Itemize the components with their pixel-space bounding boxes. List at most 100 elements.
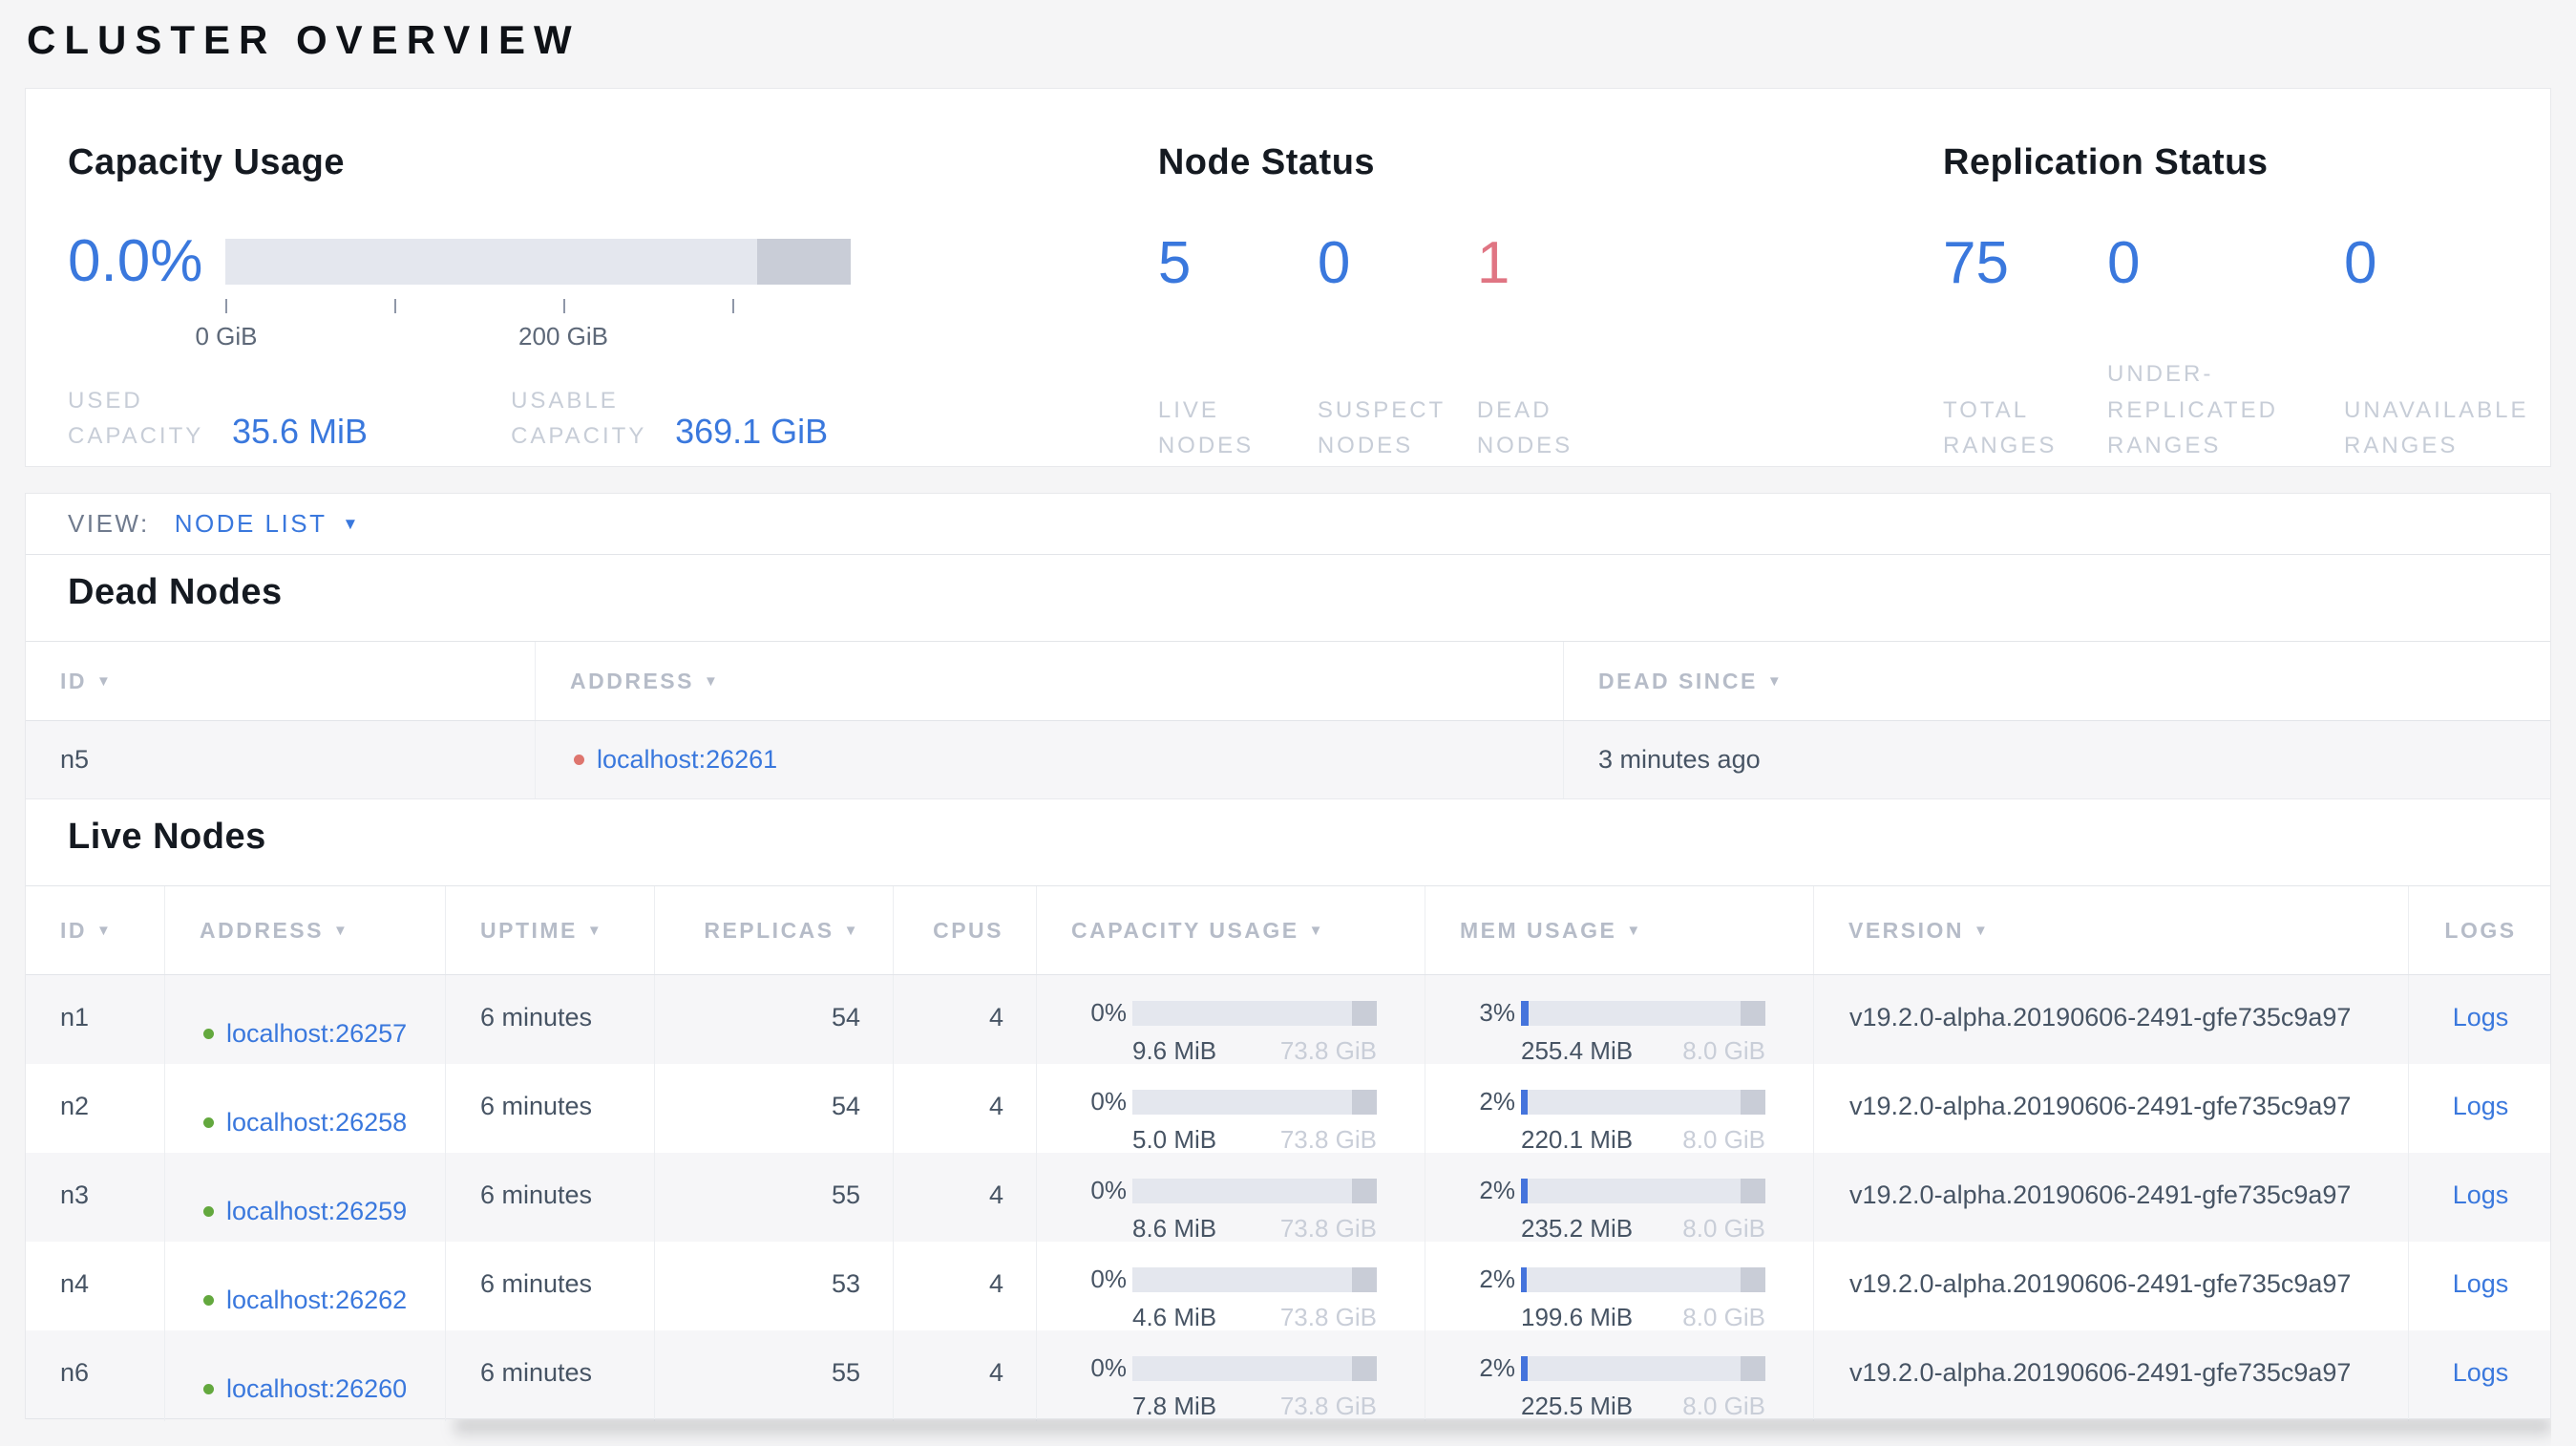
page-bottom-shadow (25, 1419, 2551, 1446)
node-address-link[interactable]: localhost:26258 (226, 1106, 407, 1138)
live-nodes-stat: 5 LIVE NODES (1158, 234, 1318, 463)
bar-other-segment (1352, 1178, 1377, 1203)
under-replicated-ranges-stat: 0 UNDER- REPLICATED RANGES (2107, 234, 2344, 463)
mem-used: 235.2 MiB (1521, 1214, 1634, 1243)
capacity-stats: USED CAPACITY 35.6 MiB USABLE CAPACITY 3… (68, 383, 1158, 454)
col-capacity-usage[interactable]: CAPACITY USAGE ▼ (1037, 886, 1425, 974)
live-status-dot-icon (203, 1294, 214, 1306)
capacity-percent: 0% (1090, 998, 1127, 1027)
col-cpus[interactable]: CPUS (894, 886, 1037, 974)
used-capacity-value: 35.6 MiB (232, 411, 369, 451)
capacity-percent: 0% (1090, 1265, 1127, 1293)
sort-arrow-icon: ▼ (1974, 922, 1991, 939)
usable-capacity-label: USABLE CAPACITY (511, 388, 647, 450)
bar-other-segment (1352, 1266, 1377, 1292)
logs-link[interactable]: Logs (2453, 1269, 2509, 1298)
sort-arrow-icon: ▼ (332, 922, 350, 939)
node-address-link[interactable]: localhost:26259 (226, 1195, 407, 1227)
dead-col-address[interactable]: ADDRESS ▼ (536, 642, 1564, 720)
bar-other-segment (1741, 1089, 1765, 1115)
capacity-usage-cell: 0% 4.6 MiB 73.8 GiB (1037, 1242, 1425, 1332)
bar-other-segment (1352, 1000, 1377, 1026)
scroll-shadow (454, 1419, 2551, 1444)
capacity-total: 73.8 GiB (1279, 1392, 1377, 1420)
node-address-cell: localhost:26257 (165, 975, 446, 1066)
mem-bar (1521, 1355, 1765, 1381)
total-ranges-label: TOTAL RANGES (1943, 396, 2058, 458)
view-label: VIEW: (68, 509, 150, 538)
node-uptime: 6 minutes (446, 1242, 655, 1332)
mem-used: 225.5 MiB (1521, 1392, 1634, 1420)
node-cpus: 4 (894, 1242, 1037, 1332)
sort-arrow-icon: ▼ (1308, 922, 1325, 939)
capacity-usage-title: Capacity Usage (68, 142, 346, 182)
dead-col-id[interactable]: ID ▼ (26, 642, 536, 720)
mem-used: 199.6 MiB (1521, 1303, 1634, 1331)
node-address-link[interactable]: localhost:26262 (226, 1284, 407, 1316)
col-id[interactable]: ID ▼ (26, 886, 165, 974)
logs-link[interactable]: Logs (2453, 1003, 2509, 1031)
used-capacity-stat: USED CAPACITY 35.6 MiB (68, 383, 368, 454)
capacity-usage-bar (225, 239, 851, 285)
bar-other-segment (1741, 1355, 1765, 1381)
capacity-bar (1132, 1355, 1377, 1381)
capacity-bar (1132, 1178, 1377, 1203)
col-version[interactable]: VERSION ▼ (1814, 886, 2409, 974)
live-nodes-count: 5 (1157, 230, 1192, 296)
capacity-bar (1132, 1089, 1377, 1115)
mem-percent: 2% (1479, 1265, 1515, 1293)
dead-nodes-label: DEAD NODES (1476, 396, 1573, 458)
capacity-usage-cell: 0% 5.0 MiB 73.8 GiB (1037, 1064, 1425, 1155)
mem-percent: 3% (1479, 998, 1515, 1027)
node-replicas: 54 (655, 975, 894, 1066)
axis-tick (563, 299, 565, 313)
bar-other-segment (1741, 1266, 1765, 1292)
logs-link[interactable]: Logs (2453, 1180, 2509, 1209)
capacity-bar (1132, 1266, 1377, 1292)
view-dropdown[interactable]: NODE LIST ▼ (175, 509, 361, 539)
col-mem-usage[interactable]: MEM USAGE ▼ (1425, 886, 1814, 974)
node-id: n1 (26, 975, 165, 1066)
mem-total: 8.0 GiB (1682, 1036, 1765, 1065)
chevron-down-icon: ▼ (342, 514, 361, 533)
logs-link[interactable]: Logs (2453, 1358, 2509, 1387)
node-uptime: 6 minutes (446, 975, 655, 1066)
node-address-link[interactable]: localhost:26260 (226, 1372, 407, 1405)
logs-link[interactable]: Logs (2453, 1092, 2509, 1120)
nodes-card: VIEW: NODE LIST ▼ Dead Nodes ID ▼ ADDRES… (25, 493, 2552, 1421)
mem-usage-cell: 3% 255.4 MiB 8.0 GiB (1425, 975, 1814, 1066)
capacity-percent: 0% (1090, 1353, 1127, 1382)
suspect-nodes-label: SUSPECT NODES (1317, 396, 1446, 458)
node-uptime: 6 minutes (446, 1330, 655, 1421)
dead-nodes-header: ID ▼ ADDRESS ▼ DEAD SINCE ▼ (26, 641, 2550, 721)
node-version: v19.2.0-alpha.20190606-2491-gfe735c9a97 (1814, 1242, 2409, 1332)
total-ranges-stat: 75 TOTAL RANGES (1943, 234, 2107, 463)
table-row: n1 localhost:26257 6 minutes 54 4 0% 9.6… (26, 975, 2550, 1066)
dead-status-dot-icon (574, 755, 584, 765)
col-replicas[interactable]: REPLICAS ▼ (655, 886, 894, 974)
col-uptime[interactable]: UPTIME ▼ (446, 886, 655, 974)
bar-used-segment (1521, 1266, 1528, 1292)
node-address-cell: localhost:26262 (165, 1242, 446, 1332)
bar-other-segment (1352, 1355, 1377, 1381)
capacity-axis: 0 GiB 200 GiB (195, 293, 851, 354)
node-version: v19.2.0-alpha.20190606-2491-gfe735c9a97 (1814, 975, 2409, 1066)
mem-usage-cell: 2% 225.5 MiB 8.0 GiB (1425, 1330, 1814, 1421)
node-cpus: 4 (894, 1330, 1037, 1421)
dead-nodes-count: 1 (1476, 230, 1510, 296)
usable-capacity-value: 369.1 GiB (675, 411, 829, 451)
suspect-nodes-stat: 0 SUSPECT NODES (1318, 234, 1477, 463)
node-version: v19.2.0-alpha.20190606-2491-gfe735c9a97 (1814, 1153, 2409, 1244)
table-row: n3 localhost:26259 6 minutes 55 4 0% 8.6… (26, 1153, 2550, 1244)
sort-arrow-icon: ▼ (703, 672, 721, 690)
capacity-used: 7.8 MiB (1132, 1392, 1217, 1420)
node-address-link[interactable]: localhost:26257 (226, 1017, 407, 1050)
dead-node-address-link[interactable]: localhost:26261 (597, 745, 777, 775)
live-status-dot-icon (203, 1028, 214, 1039)
mem-percent: 2% (1479, 1176, 1515, 1204)
col-address[interactable]: ADDRESS ▼ (165, 886, 446, 974)
dead-col-dead-since[interactable]: DEAD SINCE ▼ (1564, 642, 2552, 720)
capacity-used: 4.6 MiB (1132, 1303, 1217, 1331)
node-address-cell: localhost:26259 (165, 1153, 446, 1244)
logs-cell: Logs (2409, 1242, 2552, 1332)
